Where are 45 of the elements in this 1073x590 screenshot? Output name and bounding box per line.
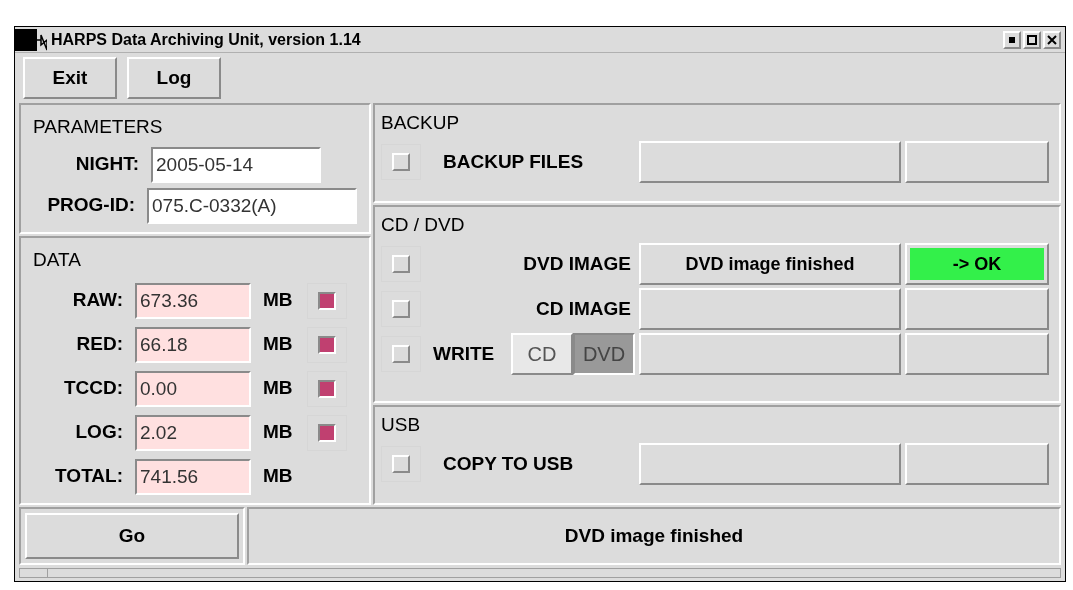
field-label: TCCD: xyxy=(62,376,124,401)
checkbox[interactable] xyxy=(392,455,410,473)
input-field[interactable]: 075.C-0332(A) xyxy=(147,187,357,224)
unit-label: MB xyxy=(263,288,294,313)
checkbox[interactable] xyxy=(392,345,410,363)
unit-label: MB xyxy=(263,332,294,357)
task-label: COPY TO USB xyxy=(442,451,575,476)
panel-title: BACKUP xyxy=(381,111,461,135)
task-label: WRITE xyxy=(433,341,496,366)
unit-label: MB xyxy=(263,420,294,445)
field-label: PROG-ID: xyxy=(46,193,136,218)
input-field[interactable]: 673.36 xyxy=(135,282,251,319)
input-field[interactable]: 66.18 xyxy=(135,326,251,363)
toolbar-button[interactable]: Log xyxy=(127,57,221,99)
field-label: RAW: xyxy=(71,288,124,313)
close-icon[interactable] xyxy=(1043,30,1061,49)
input-field[interactable]: 0.00 xyxy=(135,370,251,407)
result-label: -> OK xyxy=(910,248,1044,280)
input-field[interactable]: 2005-05-14 xyxy=(151,146,321,183)
field-label: TOTAL: xyxy=(54,464,124,489)
task-label: DVD IMAGE xyxy=(522,251,632,276)
panel-title: PARAMETERS xyxy=(33,115,164,139)
task-label: CD IMAGE xyxy=(535,296,632,321)
task-label: BACKUP FILES xyxy=(442,149,585,174)
field-label: NIGHT: xyxy=(74,152,140,177)
panel-title: USB xyxy=(381,413,422,437)
field-label: RED: xyxy=(75,332,124,357)
go-button[interactable]: Go xyxy=(25,513,239,559)
panel-title: DATA xyxy=(33,248,82,272)
checkbox[interactable] xyxy=(392,153,410,171)
status-cell: DVD image finished xyxy=(639,243,901,285)
input-field[interactable]: 741.56 xyxy=(135,458,251,495)
panel-title: CD / DVD xyxy=(381,213,466,237)
field-label: LOG: xyxy=(74,420,124,445)
status-bar: DVD image finished xyxy=(247,507,1061,565)
media-toggle[interactable]: CD xyxy=(511,333,573,375)
window-title: HARPS Data Archiving Unit, version 1.14 xyxy=(51,29,361,50)
checkbox[interactable] xyxy=(392,255,410,273)
unit-label: MB xyxy=(263,376,294,401)
toolbar-button[interactable]: Exit xyxy=(23,57,117,99)
input-field[interactable]: 2.02 xyxy=(135,414,251,451)
unit-label: MB xyxy=(263,464,294,489)
minimize-icon[interactable] xyxy=(1003,30,1021,49)
maximize-icon[interactable] xyxy=(1023,30,1041,49)
checkbox[interactable] xyxy=(392,300,410,318)
